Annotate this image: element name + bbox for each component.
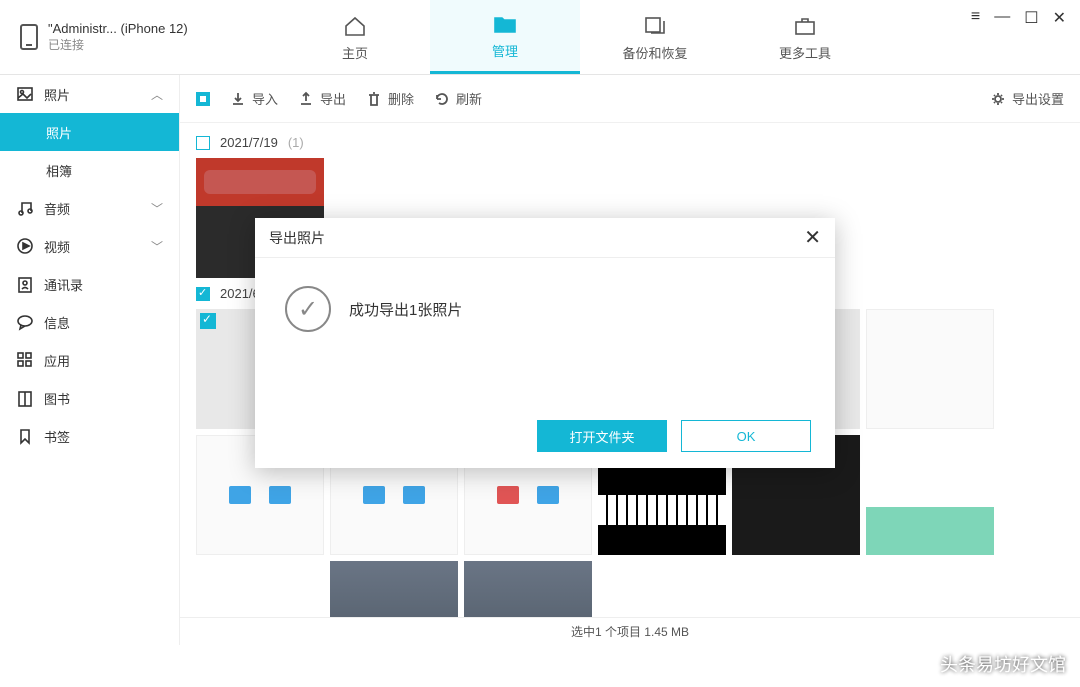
success-check-icon: ✓ bbox=[285, 286, 331, 332]
ok-button[interactable]: OK bbox=[681, 420, 811, 452]
modal-message: 成功导出1张照片 bbox=[349, 299, 462, 320]
export-modal: 导出照片 ✕ ✓ 成功导出1张照片 打开文件夹 OK bbox=[255, 218, 835, 468]
modal-close-button[interactable]: ✕ bbox=[804, 225, 821, 250]
modal-title: 导出照片 bbox=[269, 228, 325, 248]
open-folder-button[interactable]: 打开文件夹 bbox=[537, 420, 667, 452]
watermark: 头条易坊好文馆 bbox=[940, 651, 1066, 677]
